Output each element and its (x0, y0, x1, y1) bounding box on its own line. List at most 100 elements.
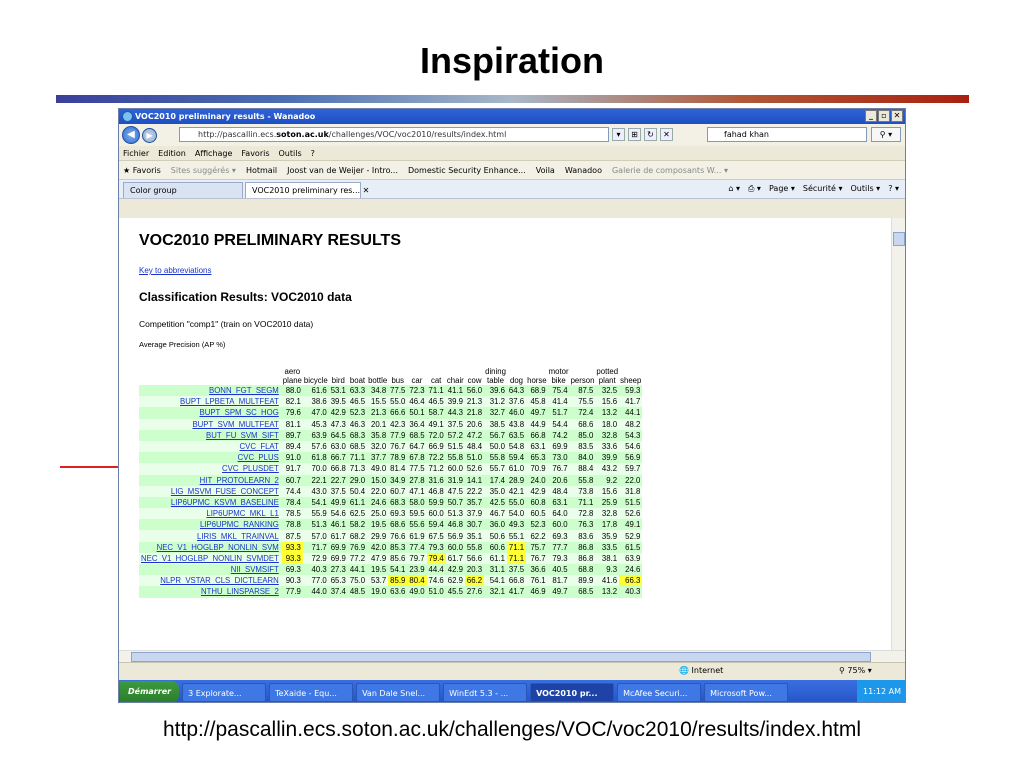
restore-button[interactable]: ▫ (878, 110, 890, 122)
method-link[interactable]: LIG_MSVM_FUSE_CONCEPT (139, 485, 282, 497)
compat-view-icon[interactable]: ⊞ (628, 128, 641, 141)
menu-outils[interactable]: Outils (279, 149, 302, 158)
method-link[interactable]: BONN_FGT_SEGM (139, 385, 282, 397)
fav-sites-suggeres[interactable]: Sites suggérés ▾ (171, 166, 236, 175)
method-link[interactable]: BUPT_LPBETA_MULTFEAT (139, 396, 282, 408)
ap-value-cell: 58.0 (407, 496, 427, 509)
url-domain: soton.ac.uk (276, 130, 329, 139)
horizontal-scrollbar[interactable] (119, 650, 905, 662)
menu-bar: Fichier Edition Affichage Favoris Outils… (119, 146, 905, 161)
back-button[interactable]: ◀ (122, 126, 140, 144)
tool-outils[interactable]: Outils ▾ (851, 184, 881, 194)
ap-value-cell: 17.8 (595, 519, 620, 531)
fav-voila[interactable]: Voila (536, 166, 555, 175)
tab-voc2010[interactable]: VOC2010 preliminary res... ✕ (245, 182, 369, 198)
dropdown-icon[interactable]: ▾ (612, 128, 625, 141)
method-link[interactable]: BUPT_SVM_MULTFEAT (139, 418, 282, 430)
ap-value-cell: 67.5 (426, 530, 446, 542)
stop-icon[interactable]: ✕ (660, 128, 673, 141)
menu-edition[interactable]: Edition (158, 149, 186, 158)
column-header: potted plant (595, 362, 619, 385)
method-link[interactable]: NTHU_LINSPARSE_2 (139, 586, 282, 598)
method-link[interactable]: CVC_PLUS (139, 452, 282, 464)
method-link[interactable]: NII_SVMSIFT (139, 564, 282, 576)
ap-value-cell: 77.5 (388, 385, 408, 397)
method-link[interactable]: CVC_PLUSDET (139, 463, 282, 475)
start-button[interactable]: Démarrer (120, 681, 180, 702)
zoom-label: 75% (847, 666, 866, 675)
ap-value-cell: 55.8 (569, 474, 596, 486)
tool-page[interactable]: Page ▾ (769, 184, 795, 194)
search-icon[interactable]: ⚲ ▾ (871, 127, 901, 142)
favorites-button[interactable]: ★ Favoris (123, 166, 161, 175)
column-header-line2: bottle (368, 376, 388, 385)
column-header: cat (427, 362, 446, 385)
method-link[interactable]: BUPT_SPM_SC_HOG (139, 407, 282, 419)
vertical-scroll-thumb[interactable] (893, 232, 905, 246)
ap-value-cell: 41.7 (619, 396, 643, 408)
ap-value-cell: 32.0 (367, 440, 389, 453)
column-header-line2: plant (598, 376, 616, 385)
ap-value-cell: 24.6 (619, 564, 643, 576)
method-link[interactable]: LIP6UPMC_KSVM_BASELINE (139, 496, 282, 509)
task-explorer[interactable]: 3 Explorate... (182, 682, 267, 702)
ap-value-cell: 50.0 (484, 440, 507, 453)
zoom-control[interactable]: ⚲ 75% ▾ (839, 666, 872, 675)
method-link[interactable]: NEC_V1_HOGLBP_NONLIN_SVMDET (139, 552, 282, 564)
ap-value-cell: 23.9 (407, 564, 427, 576)
help-icon[interactable]: ? ▾ (888, 184, 899, 194)
method-link[interactable]: LIRIS_MKL_TRAINVAL (139, 530, 282, 542)
competition-label: Competition "comp1" (train on VOC2010 da… (139, 319, 314, 329)
ap-value-cell: 71.1 (426, 385, 446, 397)
tool-securite[interactable]: Sécurité ▾ (803, 184, 843, 194)
search-input[interactable]: fahad khan (707, 127, 867, 142)
method-link[interactable]: NLPR_VSTAR_CLS_DICTLEARN (139, 575, 282, 587)
ap-value-cell: 52.6 (464, 463, 485, 475)
task-powerpoint[interactable]: Microsoft Pow... (704, 682, 789, 702)
method-link[interactable]: BUT_FU_SVM_SIFT (139, 429, 282, 441)
close-tab-icon[interactable]: ✕ (363, 186, 370, 195)
minimize-button[interactable]: _ (865, 110, 877, 122)
tab-color-group[interactable]: Color group (123, 182, 243, 198)
column-header: cow (465, 362, 484, 385)
method-link[interactable]: HIT_PROTOLEARN_2 (139, 474, 282, 486)
menu-affichage[interactable]: Affichage (195, 149, 233, 158)
method-link[interactable]: NEC_V1_HOGLBP_NONLIN_SVM (139, 541, 282, 553)
ap-value-cell: 79.7 (407, 552, 427, 564)
ap-value-cell: 79.6 (281, 407, 303, 419)
ap-value-cell: 18.0 (595, 418, 620, 430)
task-vandale[interactable]: Van Dale Snel... (356, 682, 441, 702)
menu-fichier[interactable]: Fichier (123, 149, 149, 158)
task-winedt[interactable]: WinEdt 5.3 - ... (443, 682, 528, 702)
ap-value-cell: 32.1 (484, 586, 507, 598)
refresh-icon[interactable]: ↻ (644, 128, 657, 141)
print-icon[interactable]: ⎙ ▾ (748, 184, 761, 194)
horizontal-scroll-thumb[interactable] (131, 652, 871, 662)
ap-value-cell: 9.3 (595, 564, 620, 576)
menu-help[interactable]: ? (311, 149, 315, 158)
key-to-abbreviations-link[interactable]: Key to abbreviations (139, 266, 212, 275)
ap-value-cell: 69.9 (547, 440, 570, 453)
fav-domestic[interactable]: Domestic Security Enhance... (408, 166, 526, 175)
home-icon[interactable]: ⌂ ▾ (728, 184, 740, 194)
fav-wanadoo[interactable]: Wanadoo (565, 166, 602, 175)
url-input[interactable]: http://pascallin.ecs.soton.ac.uk/challen… (179, 127, 609, 142)
vertical-scrollbar[interactable] (891, 218, 905, 650)
method-link[interactable]: LIP6UPMC_MKL_L1 (139, 508, 282, 520)
task-mcafee[interactable]: McAfee Securi... (617, 682, 702, 702)
forward-button[interactable]: ▶ (142, 127, 157, 143)
ap-value-cell: 46.5 (347, 396, 368, 408)
fav-galerie[interactable]: Galerie de composants W... ▾ (612, 166, 728, 175)
ap-value-cell: 62.2 (526, 530, 548, 542)
fav-hotmail[interactable]: Hotmail (246, 166, 277, 175)
method-link[interactable]: CVC_FLAT (139, 440, 282, 453)
ap-value-cell: 72.3 (407, 385, 427, 397)
close-window-button[interactable]: ✕ (891, 110, 903, 122)
task-texaide[interactable]: TeXaide - Equ... (269, 682, 354, 702)
task-voc2010[interactable]: VOC2010 pr... (530, 682, 615, 702)
menu-favoris[interactable]: Favoris (241, 149, 269, 158)
ap-value-cell: 78.5 (281, 508, 303, 520)
ap-value-cell: 69.3 (388, 508, 408, 520)
method-link[interactable]: LIP6UPMC_RANKING (139, 519, 282, 531)
fav-joost[interactable]: Joost van de Weijer - Intro... (287, 166, 398, 175)
